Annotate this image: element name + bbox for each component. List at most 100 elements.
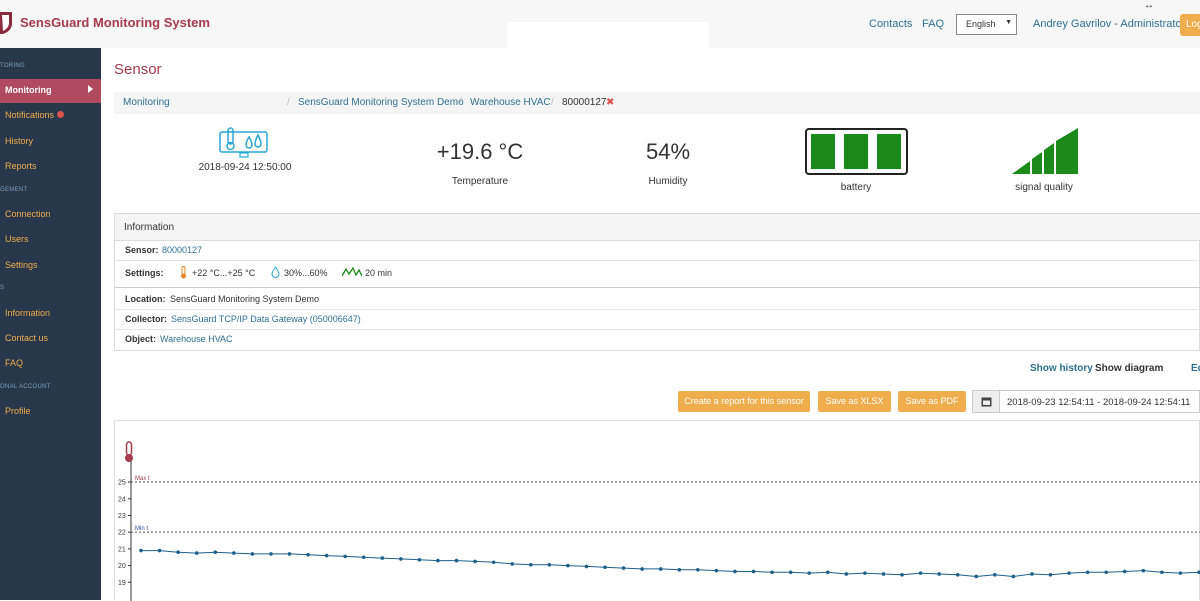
sidebar-item-label: Monitoring xyxy=(5,85,52,95)
shield-logo-icon xyxy=(0,12,12,34)
sidebar-section-help: S xyxy=(0,285,5,291)
data-point xyxy=(232,551,236,555)
data-point xyxy=(770,570,774,575)
panel-title: Information xyxy=(124,222,175,233)
brand-name[interactable]: SensGuard Monitoring System xyxy=(20,15,210,30)
logout-button[interactable]: Log xyxy=(1180,14,1200,36)
collector-link[interactable]: SensGuard TCP/IP Data Gateway (050006647… xyxy=(171,314,361,324)
data-point xyxy=(1104,570,1108,575)
breadcrumb-monitoring[interactable]: Monitoring xyxy=(123,97,170,108)
data-point xyxy=(696,567,700,572)
sensor-device-icon xyxy=(219,127,268,158)
object-label: Object: xyxy=(125,334,157,344)
breadcrumb-separator: / xyxy=(459,97,462,108)
header-blank-area xyxy=(507,22,709,48)
sidebar-item-information[interactable]: Information xyxy=(5,308,50,318)
measurement-interval: 20 min xyxy=(365,268,393,278)
temperature-value: +19.6 °C xyxy=(436,139,524,164)
chart-panel: 19 20 21 22 23 24 25 Max t Min t xyxy=(114,420,1200,601)
humidity-range: 30%...60% xyxy=(284,268,328,278)
data-point xyxy=(343,554,347,559)
show-diagram-link[interactable]: Show diagram xyxy=(1095,363,1163,374)
reading-timestamp: 2018-09-24 12:50:00 xyxy=(198,162,292,173)
data-point xyxy=(361,555,366,560)
battery-cell xyxy=(811,134,835,169)
thermometer-icon xyxy=(181,266,186,279)
sensor-row: Sensor: 80000127 xyxy=(115,241,1200,261)
data-point xyxy=(900,572,904,577)
battery-icon xyxy=(805,128,908,175)
data-point xyxy=(491,560,496,565)
breadcrumb-system-demo[interactable]: SensGuard Monitoring System Demo xyxy=(298,97,464,108)
data-point xyxy=(139,548,143,553)
data-point xyxy=(937,572,941,576)
data-point xyxy=(974,574,979,579)
information-panel: Information Sensor: 80000127 Settings: +… xyxy=(114,213,1200,351)
data-point xyxy=(881,572,886,576)
breadcrumb-separator: / xyxy=(551,97,554,108)
user-menu[interactable]: Andrey Gavrilov - Administrator xyxy=(1033,18,1185,30)
calendar-icon[interactable] xyxy=(973,391,1000,412)
signal-quality-icon xyxy=(1012,128,1078,174)
y-tick-label: 20 xyxy=(118,563,126,570)
sidebar-item-users[interactable]: Users xyxy=(5,234,29,244)
data-point xyxy=(287,552,292,556)
data-point xyxy=(714,568,719,573)
y-tick-label: 21 xyxy=(118,546,126,553)
humidity-value: 54% xyxy=(645,139,691,164)
sidebar-item-profile[interactable]: Profile xyxy=(5,406,31,416)
create-report-button[interactable]: Create a report for this sensor xyxy=(678,391,810,412)
sidebar-item-faq[interactable]: FAQ xyxy=(5,358,23,368)
sidebar-item-reports[interactable]: Reports xyxy=(5,161,37,171)
settings-label: Settings: xyxy=(125,268,164,278)
y-tick-label: 19 xyxy=(118,580,126,587)
collector-label: Collector: xyxy=(125,314,168,324)
resize-icon: ↔ xyxy=(1144,0,1154,11)
interval-wave-icon xyxy=(342,266,362,277)
data-point xyxy=(566,563,570,568)
sidebar-item-history[interactable]: History xyxy=(5,136,33,146)
data-point xyxy=(603,565,607,570)
data-point xyxy=(658,567,663,571)
settings-row: Settings: +22 °C...+25 °C 30%...60% 20 m… xyxy=(115,261,1200,288)
save-xlsx-button[interactable]: Save as XLSX xyxy=(818,391,891,412)
data-point xyxy=(399,557,403,561)
y-tick-label: 24 xyxy=(118,496,126,503)
close-icon[interactable]: ✖ xyxy=(606,97,614,108)
data-point xyxy=(807,571,812,575)
sidebar-section-personal-account: ONAL ACCOUNT xyxy=(0,384,51,390)
collector-row: Collector: SensGuard TCP/IP Data Gateway… xyxy=(115,310,1200,330)
data-point xyxy=(918,571,923,575)
faq-link[interactable]: FAQ xyxy=(922,18,944,30)
data-point xyxy=(751,569,756,574)
data-point xyxy=(436,558,440,563)
breadcrumb-separator: / xyxy=(287,97,290,108)
date-range-value: 2018-09-23 12:54:11 - 2018-09-24 12:54:1… xyxy=(1007,397,1191,408)
object-row: Object: Warehouse HVAC xyxy=(115,330,1200,350)
data-point xyxy=(1011,574,1016,579)
sidebar-item-contact-us[interactable]: Contact us xyxy=(5,333,48,343)
edit-link[interactable]: Ed xyxy=(1191,363,1200,374)
sensor-link[interactable]: 80000127 xyxy=(162,245,202,255)
data-point xyxy=(788,570,793,575)
battery-cell xyxy=(877,134,901,169)
sidebar-item-label: Notifications xyxy=(5,110,55,120)
save-pdf-button[interactable]: Save as PDF xyxy=(898,391,966,412)
sidebar-item-connection[interactable]: Connection xyxy=(5,209,51,219)
breadcrumb-warehouse-hvac[interactable]: Warehouse HVAC xyxy=(470,97,551,108)
contacts-link[interactable]: Contacts xyxy=(869,18,912,30)
date-range-picker[interactable]: 2018-09-23 12:54:11 - 2018-09-24 12:54:1… xyxy=(972,390,1200,413)
sidebar-item-monitoring[interactable]: Monitoring xyxy=(0,79,101,103)
temperature-series-points xyxy=(139,548,1200,579)
show-history-link[interactable]: Show history xyxy=(1030,363,1093,374)
data-point xyxy=(1141,568,1146,573)
object-link[interactable]: Warehouse HVAC xyxy=(160,334,233,344)
sidebar-item-notifications[interactable]: Notifications xyxy=(5,110,65,120)
data-point xyxy=(844,572,849,576)
sidebar-item-settings[interactable]: Settings xyxy=(5,260,38,270)
data-point xyxy=(306,552,310,557)
temperature-chart: 19 20 21 22 23 24 25 Max t Min t xyxy=(118,461,1200,601)
data-point xyxy=(1122,569,1127,574)
temperature-series-line xyxy=(141,550,1200,578)
language-select[interactable]: English ▼ xyxy=(956,14,1017,35)
